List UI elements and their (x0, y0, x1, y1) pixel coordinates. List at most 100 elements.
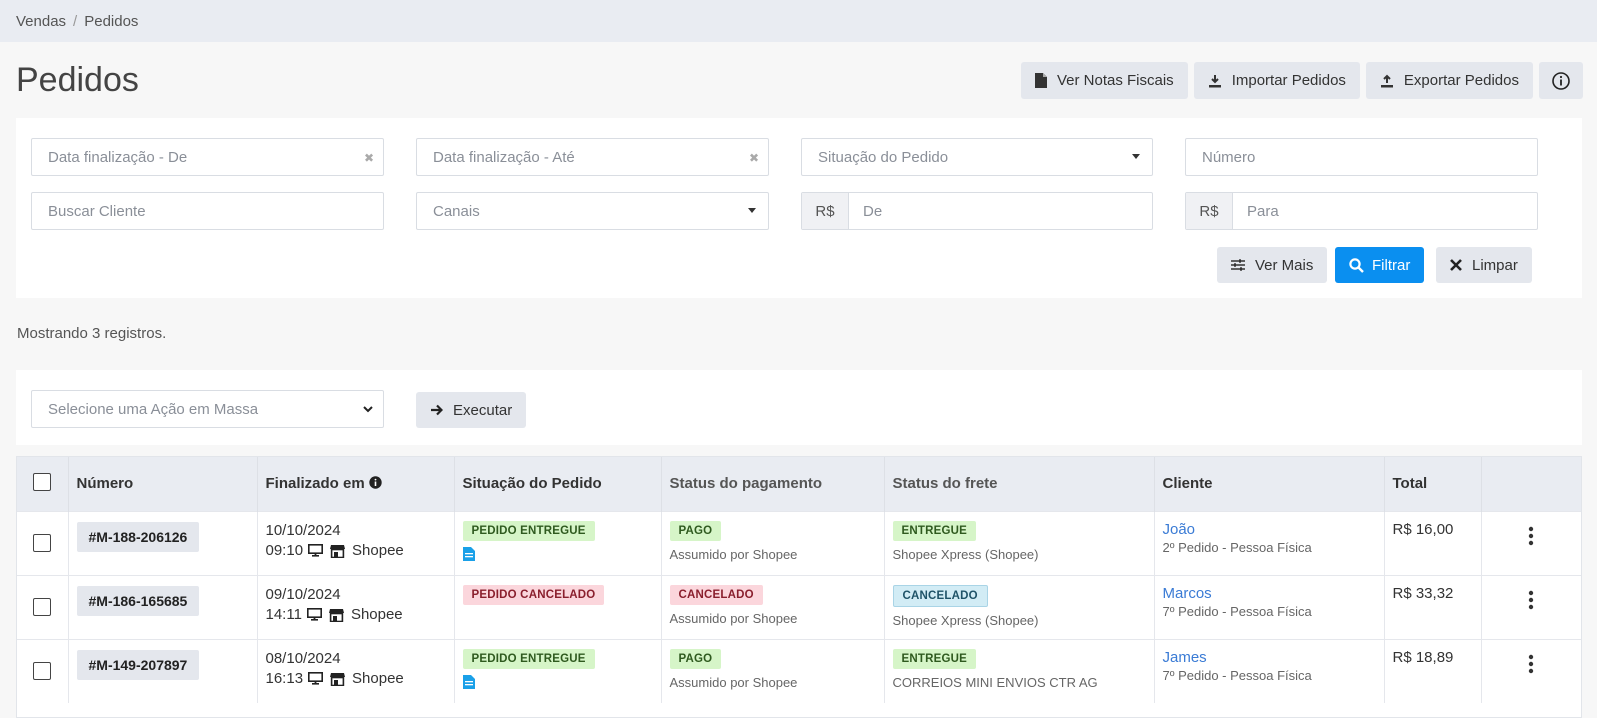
select-all-cell (17, 457, 69, 511)
row-checkbox[interactable] (33, 597, 52, 616)
order-number-tag[interactable]: #M-188-206126 (76, 521, 200, 552)
client-search-input[interactable]: Buscar Cliente (31, 192, 384, 230)
total-cell: R$ 33,32 (1384, 574, 1482, 639)
store-icon (328, 608, 344, 622)
situation-cell: PEDIDO ENTREGUE (454, 510, 662, 575)
order-number-tag[interactable]: #M-186-165685 (76, 585, 200, 616)
info-icon (1552, 71, 1570, 90)
filter-button[interactable]: Filtrar (1335, 247, 1425, 283)
filter-label: Filtrar (1372, 256, 1411, 274)
row-checkbox[interactable] (33, 533, 52, 552)
row-menu-cell (1481, 510, 1581, 575)
value-to-placeholder: Para (1247, 202, 1279, 220)
shipping-badge: ENTREGUE (892, 648, 976, 669)
mass-action-select[interactable]: Selecione uma Ação em Massa (31, 390, 384, 428)
channels-placeholder: Canais (433, 202, 480, 220)
clear-icon[interactable]: ✖ (749, 151, 759, 165)
finalized-cell: 08/10/2024 16:13 Shopee (257, 638, 455, 703)
export-orders-button[interactable]: Exportar Pedidos (1365, 62, 1533, 99)
situation-badge: PEDIDO ENTREGUE (462, 520, 595, 541)
table-row[interactable]: #M-149-207897 08/10/2024 16:13 Shopee PE… (17, 638, 1581, 703)
import-orders-button[interactable]: Importar Pedidos (1193, 62, 1360, 99)
finalized-date: 10/10/2024 (265, 521, 341, 539)
situation-badge: PEDIDO CANCELADO (462, 584, 605, 605)
client-note: 7º Pedido - Pessoa Física (1162, 603, 1312, 619)
export-icon (1380, 74, 1393, 87)
date-from-placeholder: Data finalização - De (48, 148, 188, 166)
row-select-cell (17, 574, 69, 639)
more-vertical-icon[interactable] (1528, 654, 1534, 674)
info-button[interactable] (1539, 62, 1583, 99)
breadcrumb-link-vendas[interactable]: Vendas (16, 13, 66, 30)
client-link[interactable]: James (1163, 649, 1384, 666)
header-total[interactable]: Total (1384, 457, 1482, 511)
clear-filters-label: Limpar (1472, 256, 1518, 274)
breadcrumb: Vendas / Pedidos (0, 0, 1597, 42)
client-link[interactable]: João (1163, 521, 1384, 538)
channel-name: Shopee (352, 541, 404, 559)
order-number-tag[interactable]: #M-149-207897 (76, 649, 200, 680)
client-cell: James 7º Pedido - Pessoa Física (1154, 638, 1385, 703)
desktop-icon (308, 544, 324, 557)
currency-addon: R$ (802, 193, 849, 229)
arrow-right-icon (431, 404, 443, 416)
value-to-input[interactable]: R$ Para (1185, 192, 1538, 230)
number-placeholder: Número (1202, 148, 1256, 166)
row-checkbox[interactable] (33, 661, 52, 680)
file-icon (1034, 73, 1047, 88)
number-cell: #M-186-165685 (68, 574, 258, 639)
invoice-icon[interactable] (462, 674, 475, 689)
number-input[interactable]: Número (1185, 138, 1538, 176)
payment-note: Assumido por Shopee (669, 674, 798, 690)
table-row[interactable]: #M-188-206126 10/10/2024 09:10 Shopee PE… (17, 510, 1581, 575)
value-from-input[interactable]: R$ De (801, 192, 1153, 230)
search-icon (1349, 257, 1364, 273)
total-cell: R$ 18,89 (1384, 638, 1482, 703)
channels-select[interactable]: Canais (416, 192, 769, 230)
payment-badge: CANCELADO (669, 584, 763, 605)
clear-icon[interactable]: ✖ (364, 151, 374, 165)
caret-down-icon (748, 208, 756, 213)
order-status-select[interactable]: Situação do Pedido (801, 138, 1153, 176)
row-menu-cell (1481, 574, 1581, 639)
mass-action-panel: Selecione uma Ação em Massa Executar (16, 370, 1582, 445)
header-client[interactable]: Cliente (1154, 457, 1385, 511)
finalized-cell: 09/10/2024 14:11 Shopee (257, 574, 455, 639)
execute-button[interactable]: Executar (416, 392, 527, 428)
select-all-checkbox[interactable] (33, 472, 52, 491)
client-link[interactable]: Marcos (1163, 585, 1384, 602)
shipping-cell: ENTREGUE CORREIOS MINI ENVIOS CTR AG (884, 638, 1155, 703)
shipping-cell: CANCELADO Shopee Xpress (Shopee) (884, 574, 1155, 639)
header-shipping[interactable]: Status do frete (884, 457, 1155, 511)
payment-badge: PAGO (669, 648, 722, 669)
see-more-label: Ver Mais (1255, 256, 1314, 274)
header-number[interactable]: Número (68, 457, 258, 511)
payment-note: Assumido por Shopee (669, 610, 798, 626)
header-finalized[interactable]: Finalizado em (257, 457, 455, 511)
more-vertical-icon[interactable] (1528, 590, 1534, 610)
clear-filters-button[interactable]: Limpar (1436, 247, 1532, 283)
more-vertical-icon[interactable] (1528, 526, 1534, 546)
payment-note: Assumido por Shopee (669, 546, 798, 562)
desktop-icon (306, 608, 322, 621)
payment-cell: CANCELADO Assumido por Shopee (661, 574, 885, 639)
header-situation[interactable]: Situação do Pedido (454, 457, 662, 511)
execute-label: Executar (453, 401, 513, 419)
breadcrumb-separator: / (73, 12, 78, 30)
view-invoices-button[interactable]: Ver Notas Fiscais (1020, 62, 1188, 99)
invoice-icon[interactable] (462, 546, 475, 561)
date-to-input[interactable]: Data finalização - Até ✖ (416, 138, 769, 176)
date-from-input[interactable]: Data finalização - De ✖ (31, 138, 384, 176)
header-payment[interactable]: Status do pagamento (661, 457, 885, 511)
number-cell: #M-188-206126 (68, 510, 258, 575)
order-status-placeholder: Situação do Pedido (818, 148, 949, 166)
see-more-button[interactable]: Ver Mais (1217, 247, 1328, 283)
table-row[interactable]: #M-186-165685 09/10/2024 14:11 Shopee PE… (17, 574, 1581, 639)
filters-panel: Data finalização - De ✖ Data finalização… (16, 118, 1582, 298)
situation-cell: PEDIDO CANCELADO (454, 574, 662, 639)
shipping-note: CORREIOS MINI ENVIOS CTR AG (892, 674, 1098, 690)
number-cell: #M-149-207897 (68, 638, 258, 703)
sliders-icon (1231, 259, 1245, 271)
row-select-cell (17, 510, 69, 575)
import-icon (1208, 74, 1221, 87)
